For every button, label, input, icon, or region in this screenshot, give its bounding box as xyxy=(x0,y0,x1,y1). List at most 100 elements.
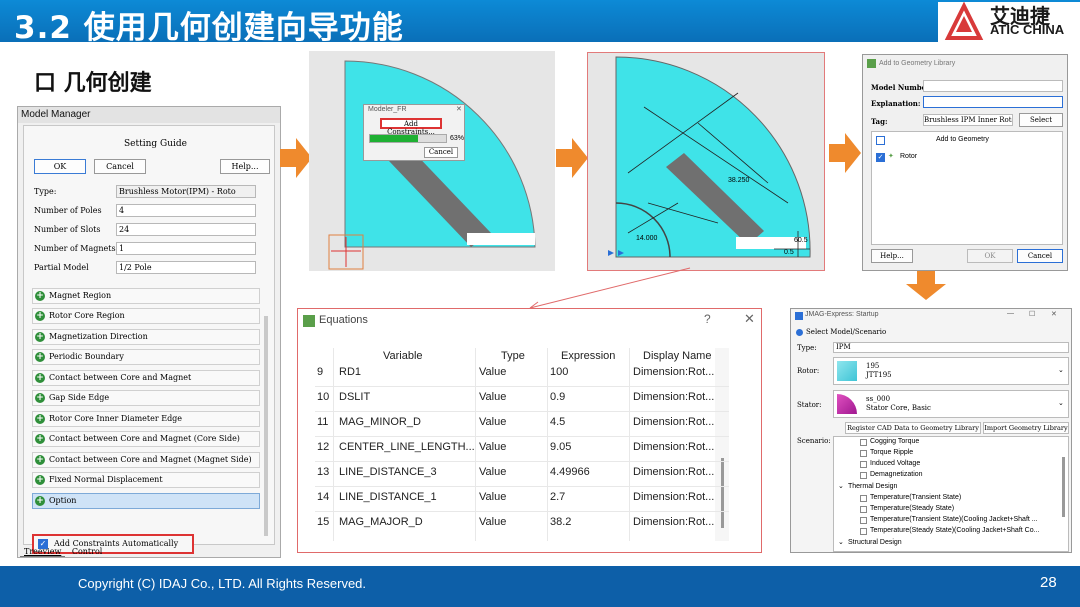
dim-label-2: 14.000 xyxy=(636,235,658,242)
jmag-startup-dialog: JMAG-Express: Startup — ☐ ✕ Select Model… xyxy=(790,308,1072,553)
tree-label: Contact between Core and Magnet (Core Si… xyxy=(49,434,240,443)
explanation-input[interactable] xyxy=(923,96,1063,108)
tree-label: Gap Side Edge xyxy=(49,393,110,402)
list-item: Temperature(Steady State)(Cooling Jacket… xyxy=(870,527,1040,534)
partial-model-value: 1/2 Pole xyxy=(119,263,152,272)
geometry-tree: Add to Geometry ✓ ✦ Rotor xyxy=(871,131,1063,245)
radio-selected-icon[interactable] xyxy=(796,329,803,336)
tab-control[interactable]: Control xyxy=(68,547,107,556)
tree-item-contact-core-side[interactable]: + Contact between Core and Magnet (Core S… xyxy=(32,431,260,447)
table-row[interactable]: 9 RD1 Value 100 Dimension:Rot... xyxy=(317,364,717,386)
tree-item-rotor-core-region[interactable]: + Rotor Core Region xyxy=(32,308,260,324)
col-header-display-name: Display Name xyxy=(643,350,712,362)
checkbox-icon[interactable] xyxy=(876,136,885,145)
scrollbar[interactable] xyxy=(1062,457,1065,517)
tag-input[interactable]: Brushless IPM Inner Rotor xyxy=(923,114,1013,126)
chevron-down-icon[interactable]: ⌄ xyxy=(838,538,844,546)
row-index: 14 xyxy=(317,491,330,503)
row-index: 11 xyxy=(317,416,329,428)
magnets-value: 1 xyxy=(119,244,125,253)
close-icon[interactable]: ✕ xyxy=(1051,310,1057,318)
equations-dialog: Equations ? ✕ Variable Type Expression D… xyxy=(297,308,762,553)
tree-label: Contact between Core and Magnet (Magnet … xyxy=(49,455,252,464)
table-row[interactable]: 12 CENTER_LINE_LENGTH... Value 9.05 Dime… xyxy=(317,439,717,461)
tree-item-option[interactable]: + Option xyxy=(32,493,260,509)
tree-item-periodic-boundary[interactable]: + Periodic Boundary xyxy=(32,349,260,365)
scrollbar[interactable] xyxy=(721,458,724,528)
tree-item-fixed-normal[interactable]: + Fixed Normal Displacement xyxy=(32,472,260,488)
type-select[interactable]: Brushless Motor(IPM) - Roto xyxy=(116,185,256,198)
checkbox-icon[interactable] xyxy=(860,517,867,524)
page-number: 28 xyxy=(1040,574,1057,591)
checkbox-checked-icon[interactable]: ✓ xyxy=(876,153,885,162)
checkbox-icon[interactable] xyxy=(860,450,867,457)
help-icon[interactable]: ? xyxy=(704,312,711,326)
checkbox-icon[interactable] xyxy=(860,495,867,502)
tree-item-contact-magnet-side[interactable]: + Contact between Core and Magnet (Magnet… xyxy=(32,452,260,468)
plus-icon: + xyxy=(35,393,45,403)
table-row[interactable]: 10 DSLIT Value 0.9 Dimension:Rot... xyxy=(317,389,717,411)
table-row[interactable]: 15 MAG_MAJOR_D Value 38.2 Dimension:Rot.… xyxy=(317,514,717,536)
tree-item-magnet-region[interactable]: + Magnet Region xyxy=(32,288,260,304)
rotor-select[interactable]: 195 JTT195 ⌄ xyxy=(833,357,1069,385)
row-variable: LINE_DISTANCE_3 xyxy=(339,466,437,478)
row-index: 10 xyxy=(317,391,330,403)
partial-model-label: Partial Model xyxy=(34,263,89,272)
stator-select[interactable]: ss_000 Stator Core, Basic ⌄ xyxy=(833,390,1069,418)
row-variable: MAG_MAJOR_D xyxy=(339,516,423,528)
maximize-icon[interactable]: ☐ xyxy=(1029,310,1035,318)
minimize-icon[interactable]: — xyxy=(1007,310,1014,317)
checkbox-icon[interactable] xyxy=(860,439,867,446)
modeler-cancel-button[interactable]: Cancel xyxy=(424,147,458,158)
magnets-field[interactable]: 1 xyxy=(116,242,256,255)
row-display-name: Dimension:Rot... xyxy=(633,516,715,528)
row-variable: RD1 xyxy=(339,366,362,378)
slots-field[interactable]: 24 xyxy=(116,223,256,236)
tree-item-inner-diameter[interactable]: + Rotor Core Inner Diameter Edge xyxy=(32,411,260,427)
select-button[interactable]: Select xyxy=(1019,113,1063,127)
plus-icon: + xyxy=(35,455,45,465)
poles-field[interactable]: 4 xyxy=(116,204,256,217)
tree-item-magnetization[interactable]: + Magnetization Direction xyxy=(32,329,260,345)
poles-label: Number of Poles xyxy=(34,206,102,215)
checkbox-icon[interactable] xyxy=(860,461,867,468)
table-row[interactable]: 14 LINE_DISTANCE_1 Value 2.7 Dimension:R… xyxy=(317,489,717,511)
checkbox-icon[interactable] xyxy=(860,528,867,535)
tree-item-gap-side[interactable]: + Gap Side Edge xyxy=(32,390,260,406)
scrollbar[interactable] xyxy=(264,316,268,536)
close-icon[interactable]: ✕ xyxy=(744,311,755,327)
plus-icon: + xyxy=(35,475,45,485)
partial-model-select[interactable]: 1/2 Pole xyxy=(116,261,256,274)
plus-icon: + xyxy=(35,311,45,321)
model-number-input[interactable] xyxy=(923,80,1063,92)
plus-icon: + xyxy=(35,291,45,301)
row-expression: 38.2 xyxy=(550,516,572,528)
geo-cancel-button[interactable]: Cancel xyxy=(1017,249,1063,263)
checkbox-icon[interactable] xyxy=(860,506,867,513)
geo-help-button[interactable]: Help... xyxy=(871,249,913,263)
geo-ok-button[interactable]: OK xyxy=(967,249,1013,263)
chevron-down-icon[interactable]: ⌄ xyxy=(838,482,844,490)
tree-item-contact[interactable]: + Contact between Core and Magnet xyxy=(32,370,260,386)
row-display-name: Dimension:Rot... xyxy=(633,441,715,453)
type-select[interactable]: IPM xyxy=(833,342,1069,353)
cancel-button[interactable]: Cancel xyxy=(94,159,146,174)
add-constraints-button[interactable]: Add Constraints... xyxy=(380,118,442,136)
checkbox-icon[interactable] xyxy=(860,472,867,479)
table-row[interactable]: 13 LINE_DISTANCE_3 Value 4.49966 Dimensi… xyxy=(317,464,717,486)
import-geometry-button[interactable]: Import Geometry Library xyxy=(983,422,1069,434)
ok-button[interactable]: OK xyxy=(34,159,86,174)
copyright-text: Copyright (C) IDAJ Co., LTD. All Rights … xyxy=(78,576,367,591)
tab-treeview[interactable]: Treeview xyxy=(20,547,66,557)
rotor-value-2: JTT195 xyxy=(866,371,892,379)
list-item: Demagnetization xyxy=(870,471,923,478)
rotor-value-1: 195 xyxy=(866,362,880,370)
register-cad-button[interactable]: Register CAD Data to Geometry Library xyxy=(845,422,981,434)
tree-label: Contact between Core and Magnet xyxy=(49,373,192,382)
table-row[interactable]: 11 MAG_MINOR_D Value 4.5 Dimension:Rot..… xyxy=(317,414,717,436)
help-button[interactable]: Help... xyxy=(220,159,270,174)
dimensioned-model-view: 38.250 14.000 60.5 0.5 xyxy=(587,52,825,271)
close-icon[interactable]: ✕ xyxy=(456,105,462,113)
row-variable: DSLIT xyxy=(339,391,371,403)
rotor-label: Rotor: xyxy=(797,367,820,375)
